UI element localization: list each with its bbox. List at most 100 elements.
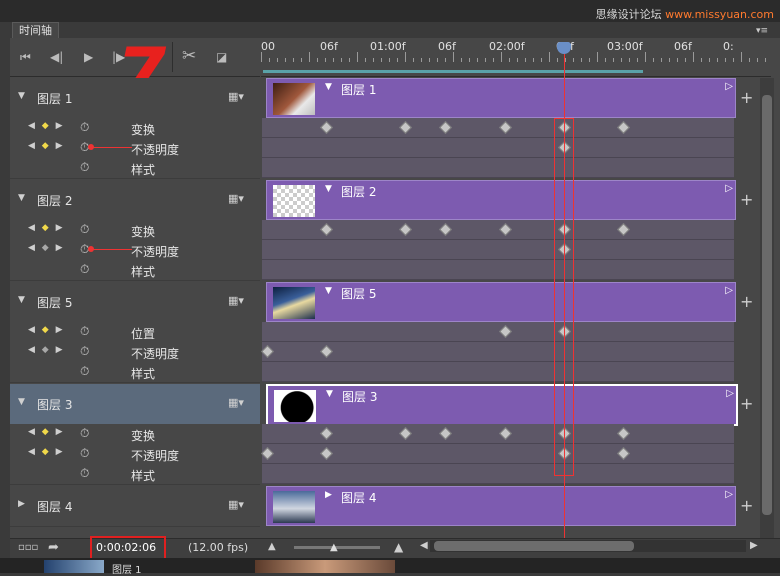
stopwatch-icon[interactable]: ⏱ xyxy=(80,466,89,481)
plus-icon[interactable]: + xyxy=(740,496,754,515)
property-track[interactable] xyxy=(262,362,734,382)
property-track[interactable] xyxy=(262,138,734,158)
zoom-out-icon[interactable]: ▲ xyxy=(268,541,276,552)
ruler-tick xyxy=(693,52,694,62)
play-icon[interactable]: ▶ xyxy=(84,50,93,64)
stopwatch-icon[interactable]: ⏱ xyxy=(80,120,89,135)
stopwatch-icon[interactable]: ⏱ xyxy=(80,262,89,277)
render-icon[interactable]: ➦ xyxy=(48,540,59,555)
layer-row[interactable]: ▶ 图层 4 ▦▾ xyxy=(10,486,260,527)
film-strip-icon[interactable]: ▦▾ xyxy=(228,396,244,409)
scissors-icon[interactable]: ✂ xyxy=(182,46,196,66)
scroll-right-icon[interactable]: ▶ xyxy=(750,540,758,551)
property-track[interactable] xyxy=(262,444,734,464)
keyframe-navigator[interactable]: ◀ ◆ ▶ xyxy=(28,427,65,437)
collapse-triangle-icon[interactable]: ▼ xyxy=(326,389,333,399)
keyframe-diamond-icon[interactable]: ◆ xyxy=(42,121,51,131)
layer-clip[interactable]: ▶ 图层 4 ▷ xyxy=(266,486,736,526)
keyframe-navigator[interactable]: ◀ ◆ ▶ xyxy=(28,447,65,457)
property-track[interactable] xyxy=(262,322,734,342)
plus-icon[interactable]: + xyxy=(740,394,754,413)
layer-row[interactable]: ▼ 图层 5 ▦▾ xyxy=(10,282,260,323)
stopwatch-icon[interactable]: ⏱ xyxy=(80,426,89,441)
plus-icon[interactable]: + xyxy=(740,88,754,107)
property-row: ◀ ◆ ▶ ⏱ 变换 xyxy=(10,424,260,445)
keyframe-diamond-icon[interactable]: ◆ xyxy=(42,325,51,335)
plus-icon[interactable]: + xyxy=(740,292,754,311)
stopwatch-icon[interactable]: ⏱ xyxy=(80,446,89,461)
time-ruler[interactable]: 0006f01:00f06f02:00f06f03:00f06f0: xyxy=(261,38,771,77)
keyframe-diamond-icon[interactable]: ◆ xyxy=(42,243,51,253)
collapse-triangle-icon[interactable]: ▼ xyxy=(325,286,332,296)
film-strip-icon[interactable]: ▦▾ xyxy=(228,294,244,307)
stopwatch-icon[interactable]: ⏱ xyxy=(80,344,89,359)
property-track[interactable] xyxy=(262,220,734,240)
clip-end-handle-icon[interactable]: ▷ xyxy=(725,489,733,500)
property-track[interactable] xyxy=(262,464,734,484)
frame-rate: (12.00 fps) xyxy=(188,541,249,554)
property-track[interactable] xyxy=(262,424,734,444)
keyframe-navigator[interactable]: ◀ ◆ ▶ xyxy=(28,345,65,355)
keyframe-diamond-icon[interactable]: ◆ xyxy=(42,345,51,355)
keyframe-navigator[interactable]: ◀ ◆ ▶ xyxy=(28,243,65,253)
keyframe-navigator[interactable]: ◀ ◆ ▶ xyxy=(28,223,65,233)
ruler-tick xyxy=(261,52,262,62)
tab-timeline[interactable]: 时间轴 xyxy=(12,22,59,39)
work-area-bar[interactable] xyxy=(263,70,643,73)
collapse-triangle-icon[interactable]: ▼ xyxy=(18,91,25,101)
stopwatch-icon[interactable]: ⏱ xyxy=(80,222,89,237)
layer-clip[interactable]: ▼ 图层 2 ▷ xyxy=(266,180,736,220)
collapse-triangle-icon[interactable]: ▼ xyxy=(325,184,332,194)
layer-thumbnail xyxy=(273,185,315,217)
collapse-triangle-icon[interactable]: ▼ xyxy=(18,193,25,203)
keyframe-diamond-icon[interactable]: ◆ xyxy=(42,427,51,437)
layer-row[interactable]: ▼ 图层 3 ▦▾ xyxy=(10,384,260,425)
property-track[interactable] xyxy=(262,342,734,362)
keyframe-navigator[interactable]: ◀ ◆ ▶ xyxy=(28,325,65,335)
layer-clip[interactable]: ▼ 图层 3 ▷ xyxy=(266,384,738,426)
clip-end-handle-icon[interactable]: ▷ xyxy=(725,183,733,194)
keyframe-navigator[interactable]: ◀ ◆ ▶ xyxy=(28,121,65,131)
stopwatch-icon[interactable]: ⏱ xyxy=(80,364,89,379)
transition-icon[interactable]: ◪ xyxy=(216,50,227,64)
property-row: ⏱ 样式 xyxy=(10,362,260,383)
collapse-triangle-icon[interactable]: ▼ xyxy=(18,295,25,305)
panel-menu-icon[interactable]: ▾≡ xyxy=(756,26,774,36)
keyframe-navigator[interactable]: ◀ ◆ ▶ xyxy=(28,141,65,151)
clip-end-handle-icon[interactable]: ▷ xyxy=(725,285,733,296)
film-strip-icon[interactable]: ▦▾ xyxy=(228,192,244,205)
clip-end-handle-icon[interactable]: ▷ xyxy=(726,388,734,399)
ruler-tick xyxy=(325,58,326,62)
previous-frame-icon[interactable]: ◀| xyxy=(50,50,63,64)
horizontal-scroll-thumb[interactable] xyxy=(434,541,634,551)
layer-clip[interactable]: ▼ 图层 1 ▷ xyxy=(266,78,736,118)
layer-row[interactable]: ▼ 图层 2 ▦▾ xyxy=(10,180,260,221)
film-strip-icon[interactable]: ▦▾ xyxy=(228,90,244,103)
film-strip-icon[interactable]: ▦▾ xyxy=(228,498,244,511)
layer-clip[interactable]: ▼ 图层 5 ▷ xyxy=(266,282,736,322)
property-track[interactable] xyxy=(262,118,734,138)
ruler-tick xyxy=(365,58,366,62)
scroll-left-icon[interactable]: ◀ xyxy=(420,540,428,551)
keyframe-diamond-icon[interactable]: ◆ xyxy=(42,447,51,457)
convert-frames-icon[interactable]: ▫▫▫ xyxy=(18,542,38,553)
expand-triangle-icon[interactable]: ▶ xyxy=(18,499,25,509)
layer-row[interactable]: ▼ 图层 1 ▦▾ xyxy=(10,78,260,119)
keyframe-diamond-icon[interactable]: ◆ xyxy=(42,223,51,233)
keyframe-diamond-icon[interactable]: ◆ xyxy=(42,141,51,151)
vertical-scroll-thumb[interactable] xyxy=(762,95,772,515)
stopwatch-icon[interactable]: ⏱ xyxy=(80,160,89,175)
clip-end-handle-icon[interactable]: ▷ xyxy=(725,81,733,92)
property-track[interactable] xyxy=(262,260,734,280)
plus-icon[interactable]: + xyxy=(740,190,754,209)
zoom-in-icon[interactable]: ▲ xyxy=(394,540,403,554)
collapse-triangle-icon[interactable]: ▼ xyxy=(18,397,25,407)
first-frame-icon[interactable]: ⏮ xyxy=(20,50,31,65)
stopwatch-icon[interactable]: ⏱ xyxy=(80,324,89,339)
property-track[interactable] xyxy=(262,240,734,260)
expand-triangle-icon[interactable]: ▶ xyxy=(325,490,332,500)
current-timecode[interactable]: 0:00:02:06 xyxy=(96,541,156,554)
zoom-slider-knob[interactable]: ▲ xyxy=(330,542,338,553)
collapse-triangle-icon[interactable]: ▼ xyxy=(325,82,332,92)
property-track[interactable] xyxy=(262,158,734,178)
